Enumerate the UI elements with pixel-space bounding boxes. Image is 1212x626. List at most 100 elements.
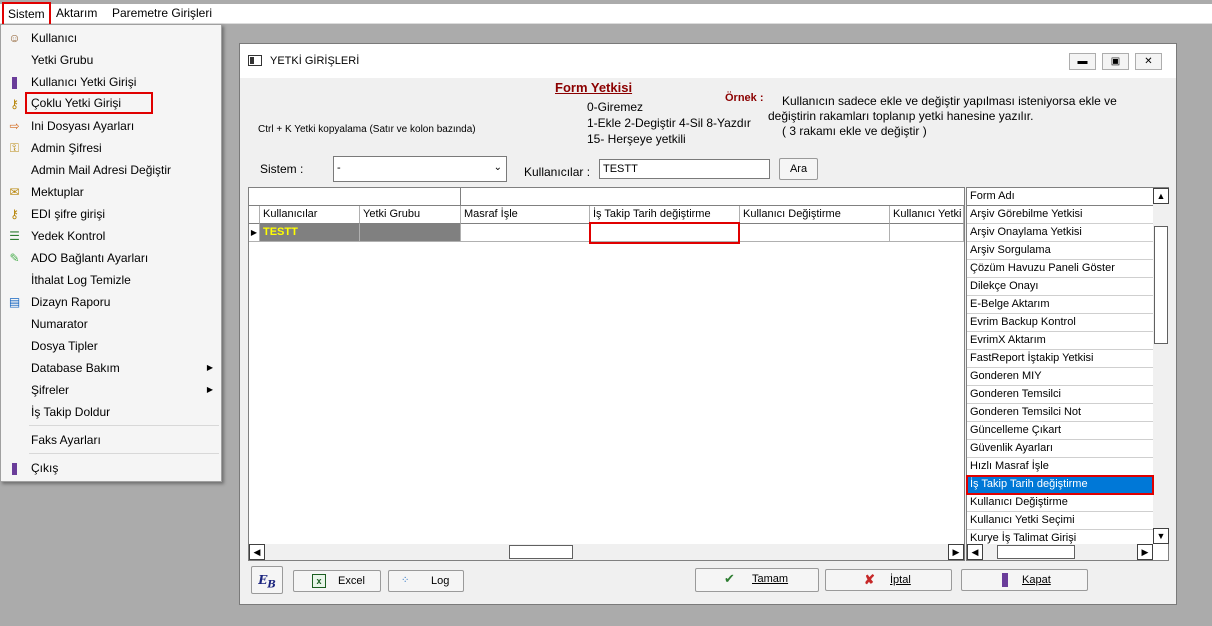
- scrollbar-thumb[interactable]: [1154, 226, 1168, 344]
- list-vertical-scrollbar[interactable]: ▲ ▼: [1153, 188, 1169, 544]
- kapat-button[interactable]: Kapat: [961, 569, 1088, 591]
- menu-item-kullanici[interactable]: ☺ Kullanıcı: [1, 27, 221, 49]
- list-item[interactable]: Gonderen Temsilci Not: [967, 404, 1153, 422]
- grid-indicator-header: [249, 206, 260, 224]
- menu-paremetre-girisleri[interactable]: Paremetre Girişleri: [108, 4, 216, 24]
- ara-button[interactable]: Ara: [779, 158, 818, 180]
- close-button[interactable]: ✕: [1135, 53, 1162, 70]
- menubar: Sistem Aktarım Paremetre Girişleri: [0, 2, 1212, 26]
- scroll-left-icon[interactable]: ◀: [249, 544, 265, 560]
- scroll-right-icon[interactable]: ▶: [948, 544, 964, 560]
- submenu-arrow-icon: ▶: [206, 385, 213, 394]
- menu-item-yetki-grubu[interactable]: Yetki Grubu: [1, 49, 221, 71]
- grid-header-kullanicilar[interactable]: Kullanıcılar: [260, 206, 360, 224]
- menu-item-database-bakim[interactable]: Database Bakım ▶: [1, 357, 221, 379]
- list-item[interactable]: Arşiv Görebilme Yetkisi: [967, 206, 1153, 224]
- scroll-right-icon[interactable]: ▶: [1137, 544, 1153, 560]
- scroll-down-icon[interactable]: ▼: [1153, 528, 1169, 544]
- sistem-select[interactable]: - ⌄: [333, 156, 507, 182]
- grid-cell-group[interactable]: [360, 224, 461, 242]
- list-item[interactable]: E-Belge Aktarım: [967, 296, 1153, 314]
- form-list-header[interactable]: Form Adı: [967, 188, 1153, 206]
- menu-aktarim[interactable]: Aktarım: [52, 4, 101, 24]
- report-icon: ▤: [8, 295, 21, 309]
- excel-button[interactable]: x Excel: [293, 570, 381, 592]
- menu-item-ithalat-log-temizle[interactable]: İthalat Log Temizle: [1, 269, 221, 291]
- eb-logo-icon: EB: [258, 573, 276, 591]
- yetki-girisleri-window: YETKİ GİRİŞLERİ ▬ ▣ ✕ Form Yetkisi 0-Gir…: [239, 43, 1177, 605]
- menu-item-numarator[interactable]: Numarator: [1, 313, 221, 335]
- grid-cell-masraf[interactable]: [461, 224, 590, 242]
- scroll-left-icon[interactable]: ◀: [967, 544, 983, 560]
- menu-item-ini-dosyasi-ayarlari[interactable]: ⇨ Ini Dosyası Ayarları: [1, 115, 221, 137]
- list-item[interactable]: EvrimX Aktarım: [967, 332, 1153, 350]
- menu-item-is-takip-doldur[interactable]: İş Takip Doldur: [1, 401, 221, 423]
- scrollbar-thumb[interactable]: [509, 545, 573, 559]
- list-item[interactable]: Gonderen Temsilci: [967, 386, 1153, 404]
- menu-item-kullanici-yetki-girisi[interactable]: Kullanıcı Yetki Girişi: [1, 71, 221, 93]
- list-item[interactable]: FastReport İştakip Yetkisi: [967, 350, 1153, 368]
- submenu-arrow-icon: ▶: [206, 363, 213, 372]
- copy-hint: Ctrl + K Yetki kopyalama (Satır ve kolon…: [258, 124, 476, 135]
- maximize-button[interactable]: ▣: [1102, 53, 1129, 70]
- window-icon: [248, 55, 262, 66]
- list-item[interactable]: Dilekçe Onayı: [967, 278, 1153, 296]
- backup-icon: ☰: [9, 229, 20, 243]
- user-icon: ☺: [8, 31, 21, 45]
- grid-horizontal-scrollbar[interactable]: ◀ ▶: [249, 544, 964, 560]
- menu-item-cikis[interactable]: Çıkış: [1, 457, 221, 479]
- highlighted-cell-frame: [589, 222, 740, 244]
- eb-logo-button[interactable]: EB: [251, 566, 283, 594]
- list-item[interactable]: Kullanıcı Yetki Seçimi: [967, 512, 1153, 530]
- close-icon: ✕: [1144, 56, 1153, 67]
- kullanicilar-input[interactable]: TESTT: [599, 159, 770, 179]
- scrollbar-thumb[interactable]: [997, 545, 1075, 559]
- menu-item-faks-ayarlari[interactable]: Faks Ayarları: [1, 429, 221, 451]
- list-item[interactable]: Güvenlik Ayarları: [967, 440, 1153, 458]
- menu-item-ado-baglanti-ayarlari[interactable]: ✎ ADO Bağlantı Ayarları: [1, 247, 221, 269]
- code-line-2: 15- Herşeye yetkili: [587, 132, 686, 146]
- list-horizontal-scrollbar[interactable]: ◀ ▶: [967, 544, 1153, 560]
- minimize-button[interactable]: ▬: [1069, 53, 1096, 70]
- list-item[interactable]: Arşiv Sorgulama: [967, 242, 1153, 260]
- menu-item-sifreler[interactable]: Şifreler ▶: [1, 379, 221, 401]
- list-item[interactable]: Arşiv Onaylama Yetkisi: [967, 224, 1153, 242]
- iptal-button[interactable]: ✘ İptal: [825, 569, 952, 591]
- list-item[interactable]: Çözüm Havuzu Paneli Göster: [967, 260, 1153, 278]
- grid-cell-degistirme[interactable]: [740, 224, 890, 242]
- grid-header-kullanici-degistirme[interactable]: Kullanıcı Değiştirme: [740, 206, 890, 224]
- list-item[interactable]: İş Takip Tarih değiştirme: [966, 475, 1154, 495]
- code-line-0: 0-Giremez: [587, 100, 644, 114]
- list-item[interactable]: Evrim Backup Kontrol: [967, 314, 1153, 332]
- log-button[interactable]: ⁘ Log: [388, 570, 464, 592]
- list-item[interactable]: Kullanıcı Değiştirme: [967, 494, 1153, 512]
- menu-item-admin-sifresi[interactable]: ⚿ Admin Şifresi: [1, 137, 221, 159]
- grid-header-yetki-grubu[interactable]: Yetki Grubu: [360, 206, 461, 224]
- tamam-button[interactable]: ✔ Tamam: [695, 568, 819, 592]
- grid-header-kullanici-yetki-s[interactable]: Kullanıcı Yetki S: [890, 206, 964, 224]
- letters-icon: ✉: [9, 185, 20, 199]
- menu-item-edi-sifre-girisi[interactable]: ⚷ EDI şifre girişi: [1, 203, 221, 225]
- user-key-icon: [7, 75, 22, 90]
- menu-item-dizayn-raporu[interactable]: ▤ Dizayn Raporu: [1, 291, 221, 313]
- window-titlebar[interactable]: YETKİ GİRİŞLERİ ▬ ▣ ✕: [240, 44, 1176, 78]
- menu-item-mektuplar[interactable]: ✉ Mektuplar: [1, 181, 221, 203]
- grid-cell-yetki-s[interactable]: [890, 224, 964, 242]
- sistem-dropdown-menu: ☺ Kullanıcı Yetki Grubu Kullanıcı Yetki …: [0, 24, 222, 482]
- ornek-label: Örnek :: [725, 92, 764, 104]
- scroll-up-icon[interactable]: ▲: [1153, 188, 1169, 204]
- menu-item-coklu-yetki-girisi[interactable]: ⚷ Çoklu Yetki Girişi: [1, 92, 221, 115]
- cancel-x-icon: ✘: [864, 572, 875, 587]
- menu-item-yedek-kontrol[interactable]: ☰ Yedek Kontrol: [1, 225, 221, 247]
- chevron-down-icon: ⌄: [493, 162, 502, 173]
- menu-item-dosya-tipler[interactable]: Dosya Tipler: [1, 335, 221, 357]
- grid-cell-user[interactable]: TESTT: [260, 224, 360, 242]
- list-item[interactable]: Güncelleme Çıkart: [967, 422, 1153, 440]
- grid-header-masraf-isle[interactable]: Masraf İşle: [461, 206, 590, 224]
- list-item[interactable]: Hızlı Masraf İşle: [967, 458, 1153, 476]
- exit-icon: [7, 461, 22, 476]
- menu-item-admin-mail-adresi[interactable]: Admin Mail Adresi Değiştir: [1, 159, 221, 181]
- row-indicator-icon: ▶: [249, 224, 260, 242]
- menu-sistem[interactable]: Sistem: [2, 2, 51, 26]
- list-item[interactable]: Gonderen MIY: [967, 368, 1153, 386]
